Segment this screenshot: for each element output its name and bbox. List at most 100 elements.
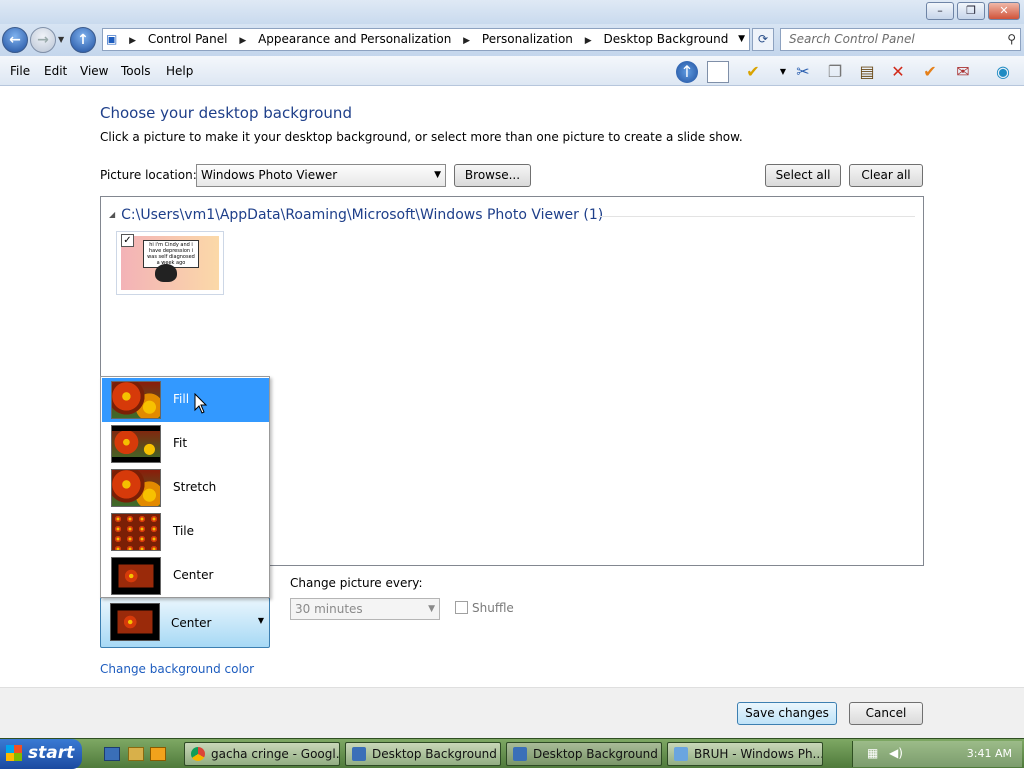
position-option-stretch[interactable]: Stretch — [102, 466, 269, 510]
cancel-button[interactable]: Cancel — [849, 702, 923, 725]
control-panel-window: – ❐ ✕ ← → ▼ ↑ ▣ ▶ Control Panel ▶ Appear… — [0, 0, 1024, 738]
task-chrome[interactable]: gacha cringe - Googl... — [184, 742, 340, 766]
breadcrumb-separator-icon: ▶ — [463, 36, 471, 46]
speaker-icon[interactable]: ◀) — [889, 746, 903, 760]
start-button[interactable]: start — [0, 739, 82, 769]
collapse-triangle-icon[interactable]: ◢ — [109, 210, 115, 219]
start-label: start — [28, 743, 75, 763]
picture-location-label: Picture location: — [100, 168, 197, 182]
breadcrumb-separator-icon: ▶ — [239, 36, 247, 46]
globe-icon[interactable]: ◉ — [992, 61, 1014, 83]
picture-position-select[interactable]: Center ▼ — [100, 597, 270, 648]
fill-preview-icon — [111, 381, 161, 419]
menu-bar: File Edit View Tools Help ↑ ✔ ▼ ✂ ❐ ▤ ✕ … — [0, 56, 1024, 86]
chevron-down-icon: ▼ — [434, 170, 441, 180]
chevron-down-icon: ▼ — [257, 616, 264, 625]
explorer-quicklaunch-icon[interactable] — [128, 747, 144, 761]
picture-position-value: Center — [171, 616, 212, 630]
photo-viewer-icon — [674, 747, 688, 761]
picture-location-select[interactable]: Windows Photo Viewer ▼ — [196, 164, 446, 187]
center-preview-icon — [111, 557, 161, 595]
thumbnail-checkbox[interactable]: ✓ — [121, 234, 134, 247]
position-option-fit[interactable]: Fit — [102, 422, 269, 466]
change-picture-label: Change picture every: — [290, 576, 423, 590]
shuffle-checkbox[interactable]: Shuffle — [455, 601, 514, 615]
search-input[interactable]: Search Control Panel ⚲ — [780, 28, 1021, 51]
breadcrumb-desktop-background[interactable]: Desktop Background — [603, 29, 728, 50]
change-background-color-link[interactable]: Change background color — [100, 662, 254, 676]
picture-location-value: Windows Photo Viewer — [201, 168, 338, 182]
page-subtitle: Click a picture to make it your desktop … — [100, 130, 743, 144]
folder-check-icon[interactable]: ✔ — [742, 61, 764, 83]
toolbar-dropdown-icon[interactable]: ▼ — [772, 61, 794, 83]
breadcrumb-personalization[interactable]: Personalization — [482, 29, 573, 50]
shuffle-label: Shuffle — [472, 601, 514, 615]
clock[interactable]: 3:41 AM — [967, 747, 1012, 760]
task-desktop-background-1[interactable]: Desktop Background — [345, 742, 501, 766]
network-icon[interactable]: ▦ — [867, 746, 878, 760]
group-header[interactable]: ◢ C:\Users\vm1\AppData\Roaming\Microsoft\… — [109, 207, 603, 223]
checkbox-icon[interactable] — [455, 601, 468, 614]
task-label: Desktop Background — [533, 747, 658, 761]
breadcrumb-separator-icon: ▶ — [584, 36, 592, 46]
picture-thumbnail[interactable]: ✓ hi i'm Cindy and i have depression i w… — [116, 231, 224, 295]
control-panel-icon — [352, 747, 366, 761]
position-option-label: Center — [173, 568, 214, 582]
breadcrumb-appearance[interactable]: Appearance and Personalization — [258, 29, 451, 50]
task-desktop-background-2[interactable]: Desktop Background — [506, 742, 662, 766]
content-area: Choose your desktop background Click a p… — [0, 87, 1024, 687]
position-option-label: Stretch — [173, 480, 217, 494]
checkmark-icon[interactable]: ✔ — [919, 61, 941, 83]
stretch-preview-icon — [111, 469, 161, 507]
position-option-tile[interactable]: Tile — [102, 510, 269, 554]
task-photo-viewer[interactable]: BRUH - Windows Ph... — [667, 742, 823, 766]
cut-icon[interactable]: ✂ — [792, 61, 814, 83]
clear-all-button[interactable]: Clear all — [849, 164, 923, 187]
windows-logo-icon — [6, 745, 22, 761]
menu-file[interactable]: File — [10, 64, 30, 78]
position-option-label: Tile — [173, 524, 195, 538]
address-bar[interactable]: ▣ ▶ Control Panel ▶ Appearance and Perso… — [102, 28, 750, 51]
task-label: Desktop Background — [372, 747, 497, 761]
search-icon[interactable]: ⚲ — [1007, 29, 1016, 50]
menu-tools[interactable]: Tools — [121, 64, 151, 78]
search-placeholder: Search Control Panel — [789, 32, 915, 46]
copy-icon[interactable]: ❐ — [824, 61, 846, 83]
up-button[interactable]: ↑ — [70, 27, 96, 53]
history-dropdown-icon[interactable]: ▼ — [58, 35, 64, 44]
maximize-button[interactable]: ❐ — [957, 2, 985, 20]
address-dropdown-icon[interactable]: ▼ — [738, 29, 745, 50]
forward-button[interactable]: → — [30, 27, 56, 53]
picture-position-dropdown-list: Fill Fit Stretch Tile Center — [100, 376, 270, 598]
position-option-center[interactable]: Center — [102, 554, 269, 598]
refresh-button[interactable]: ⟳ — [752, 28, 774, 51]
paste-icon[interactable]: ▤ — [856, 61, 878, 83]
menu-edit[interactable]: Edit — [44, 64, 67, 78]
interval-select[interactable]: 30 minutes ▼ — [290, 598, 440, 620]
media-player-quicklaunch-icon[interactable] — [150, 747, 166, 761]
minimize-button[interactable]: – — [926, 2, 954, 20]
back-button[interactable]: ← — [2, 27, 28, 53]
menu-help[interactable]: Help — [166, 64, 193, 78]
save-changes-button[interactable]: Save changes — [737, 702, 837, 725]
center-preview-icon — [110, 603, 160, 641]
up-arrow-icon[interactable]: ↑ — [676, 61, 698, 83]
breadcrumb-control-panel[interactable]: Control Panel — [148, 29, 228, 50]
system-tray: ▦ ◀) 3:41 AM — [852, 741, 1022, 767]
browse-button[interactable]: Browse... — [454, 164, 531, 187]
position-option-label: Fit — [173, 436, 188, 450]
group-divider — [599, 216, 915, 217]
page-title: Choose your desktop background — [100, 104, 352, 122]
select-all-button[interactable]: Select all — [765, 164, 841, 187]
control-panel-icon: ▣ — [106, 32, 118, 46]
delete-icon[interactable]: ✕ — [887, 61, 909, 83]
taskbar: start gacha cringe - Googl... Desktop Ba… — [0, 738, 1024, 769]
close-button[interactable]: ✕ — [988, 2, 1020, 20]
pane-icon[interactable] — [707, 61, 729, 83]
interval-value: 30 minutes — [295, 602, 363, 616]
mail-icon[interactable]: ✉ — [952, 61, 974, 83]
chrome-icon — [191, 747, 205, 761]
menu-view[interactable]: View — [80, 64, 108, 78]
position-option-fill[interactable]: Fill — [102, 378, 269, 422]
show-desktop-icon[interactable] — [104, 747, 120, 761]
